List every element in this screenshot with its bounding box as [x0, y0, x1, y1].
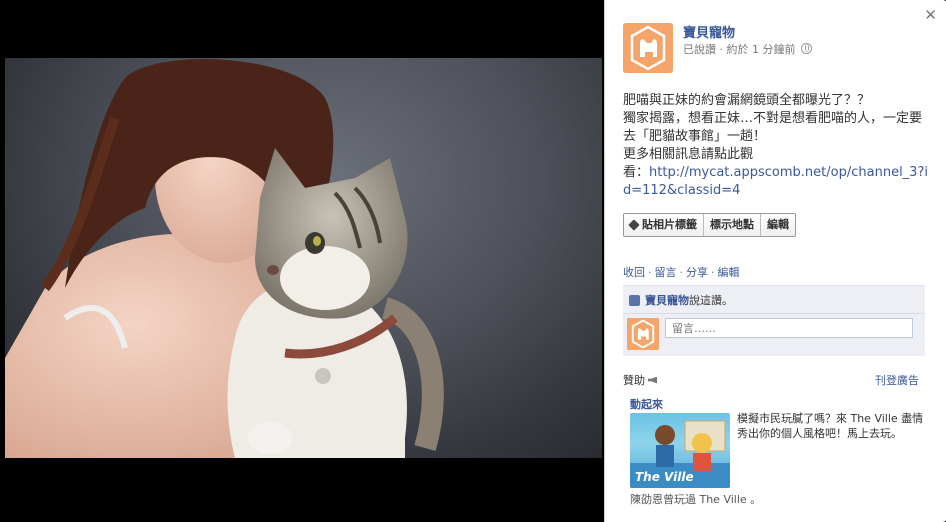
ad-illustration: The Ville: [630, 420, 730, 488]
globe-icon[interactable]: [800, 43, 812, 54]
post-caption: 肥喵與正妹的約會漏網鏡頭全都曝光了？？ 獨家揭露，想看正妹…不對是想看肥喵的人，…: [623, 92, 928, 200]
comment-link[interactable]: 留言: [655, 266, 677, 279]
share-link[interactable]: 分享: [686, 266, 708, 279]
ad-image-text: The Ville: [635, 470, 694, 484]
tag-photo-label: 貼相片標籤: [642, 218, 697, 231]
pet-logo-icon: [627, 318, 659, 350]
sponsored-label: 贊助: [623, 374, 645, 387]
ad-text: 模擬市民玩膩了嗎？來 The Ville 盡情秀出你的個人風格吧！馬上去玩。: [737, 412, 924, 440]
separator: ·: [679, 266, 684, 279]
post-meta-text: 已說讚 · 約於 1 分鐘前: [683, 43, 796, 56]
ad-title-link[interactable]: 動起來: [630, 396, 663, 412]
ad-social-context: 陳劭恩曾玩過 The Ville 。: [630, 493, 762, 506]
caption-line: 看：: [623, 165, 650, 180]
caption-line: 肥喵與正妹的約會漏網鏡頭全都曝光了？？: [623, 93, 871, 108]
tag-photo-button[interactable]: 貼相片標籤: [624, 214, 704, 236]
comment-input[interactable]: 留言……: [665, 318, 913, 338]
likes-row: 寶貝寵物說這讚。: [629, 292, 733, 308]
pet-logo-icon: [623, 23, 673, 73]
separator: ·: [648, 266, 652, 279]
post-actions: 收回 · 留言 · 分享 · 編輯: [623, 264, 740, 280]
post-link[interactable]: http://mycat.appscomb.net/op/channel_3?i…: [623, 165, 928, 198]
create-ad-link[interactable]: 刊登廣告: [875, 372, 919, 388]
post-photo[interactable]: [5, 58, 602, 458]
unlike-link[interactable]: 收回: [623, 266, 645, 279]
photo-action-bar: 貼相片標籤 標示地點 編輯: [623, 213, 796, 237]
megaphone-icon: [648, 376, 657, 384]
likes-suffix: 說這讚。: [689, 294, 733, 307]
add-location-button[interactable]: 標示地點: [704, 214, 761, 236]
photo-stage: [0, 0, 604, 522]
ad-image[interactable]: The Ville: [630, 413, 730, 488]
thumbs-up-icon: [629, 294, 640, 306]
page-name-link[interactable]: 寶貝寵物: [683, 22, 735, 41]
page-avatar[interactable]: [623, 23, 673, 73]
caption-line-with-link: 看：http://mycat.appscomb.net/op/channel_3…: [623, 164, 928, 200]
liker-name-link[interactable]: 寶貝寵物: [645, 294, 689, 307]
sponsored-header: 贊助: [623, 372, 657, 388]
photo-illustration: [5, 59, 444, 458]
edit-photo-button[interactable]: 編輯: [761, 214, 795, 236]
caption-line: 獨家揭露，想看正妹…不對是想看肥喵的人，一定要去「肥貓故事館」一趟！: [623, 111, 923, 144]
edit-link[interactable]: 編輯: [718, 266, 740, 279]
close-icon[interactable]: ✕: [924, 6, 937, 24]
likes-box: 寶貝寵物說這讚。 留言……: [623, 285, 925, 356]
post-sidebar: ✕ 寶貝寵物 已說讚 · 約於 1 分鐘前 肥喵與正妹的約會漏網鏡頭全都曝光了？…: [604, 0, 946, 522]
divider: [623, 313, 925, 314]
post-meta: 已說讚 · 約於 1 分鐘前: [683, 41, 812, 57]
caption-line: 更多相關訊息請點此觀: [623, 147, 754, 162]
separator: ·: [711, 266, 715, 279]
commenter-avatar: [627, 318, 659, 350]
tag-icon: [628, 219, 640, 231]
